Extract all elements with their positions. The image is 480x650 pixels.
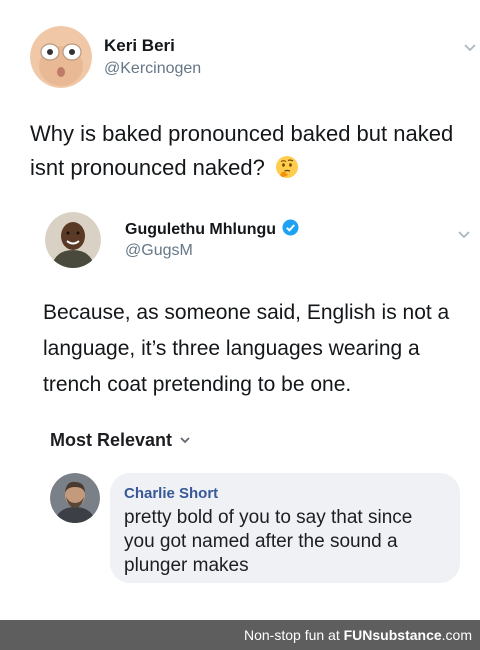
watermark-prefix: Non-stop fun at xyxy=(244,627,340,643)
watermark-text: Non-stop fun at FUNsubstance.com xyxy=(244,627,472,643)
gugulethu-name-row: Gugulethu Mhlungu xyxy=(125,219,299,241)
tweet-gugulethu-mhlungu: Gugulethu Mhlungu @GugsM Because, as som… xyxy=(0,205,480,425)
keri-beri-name[interactable]: Keri Beri xyxy=(104,36,175,56)
keri-beri-avatar[interactable] xyxy=(30,26,92,88)
keri-beri-tweet-text: Why is baked pronounced baked but naked … xyxy=(30,117,470,189)
chevron-down-icon xyxy=(180,437,190,444)
chevron-down-icon[interactable] xyxy=(458,231,470,239)
comment-text: pretty bold of you to say that since you… xyxy=(124,507,413,576)
watermark-brand: FUNsubstance xyxy=(343,627,442,643)
gugulethu-avatar[interactable] xyxy=(45,212,101,268)
chevron-down-icon[interactable] xyxy=(464,44,476,52)
most-relevant-label: Most Relevant xyxy=(50,430,173,450)
tweet-keri-beri: Keri Beri @Kercinogen Why is baked prono… xyxy=(0,0,480,205)
gugulethu-name[interactable]: Gugulethu Mhlungu xyxy=(125,221,276,239)
gugulethu-tweet-text: Because, as someone said, English is not… xyxy=(43,301,450,396)
keri-beri-handle[interactable]: @Kercinogen xyxy=(104,60,201,78)
most-relevant-dropdown[interactable]: Most Relevant xyxy=(50,430,190,451)
watermark-footer: Non-stop fun at FUNsubstance.com xyxy=(0,620,480,650)
charlie-short-avatar[interactable] xyxy=(50,473,100,523)
comment-author-name[interactable]: Charlie Short xyxy=(124,485,446,502)
watermark-domain: .com xyxy=(441,627,472,643)
verified-badge-icon xyxy=(282,219,299,241)
thinking-face-icon xyxy=(275,155,299,189)
gugulethu-handle[interactable]: @GugsM xyxy=(125,242,193,260)
comment-bubble: Charlie Short pretty bold of you to say … xyxy=(110,473,460,583)
